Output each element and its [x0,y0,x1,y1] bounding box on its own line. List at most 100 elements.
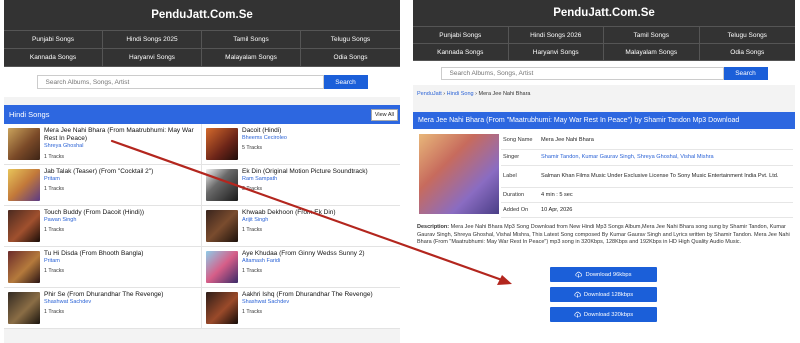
search-button[interactable]: Search [723,66,768,80]
song-track-count: 1 Tracks [242,227,263,233]
search-input[interactable] [36,75,324,89]
song-thumbnail[interactable] [8,169,40,201]
nav-item-malayalam-songs[interactable]: Malayalam Songs [202,49,301,67]
download-320kbps-button[interactable]: Download 320kbps [550,307,657,322]
song-title[interactable]: Aye Khudaa (From Ginny Wedss Sunny 2) [242,250,397,258]
song-artist[interactable]: Bheems Ceciroleo [242,135,287,141]
nav-item-punjabi-songs[interactable]: Punjabi Songs [413,27,509,44]
song-artist[interactable]: Ram Sampath [242,176,277,182]
song-detail-title: Mera Jee Nahi Bhara (From "Maatrubhumi: … [413,112,795,129]
download-128kbps-button[interactable]: Download 128kbps [550,287,657,302]
song-thumbnail[interactable] [206,169,238,201]
breadcrumb-current: Mera Jee Nahi Bhara [478,91,531,97]
info-row: Song Name Mera Jee Nahi Bhara [501,132,793,150]
song-artist[interactable]: Pritam [44,176,60,182]
singer-links[interactable]: Shamir Tandon, Kumar Gaurav Singh, Shrey… [539,149,793,166]
section-header-hindi-songs: Hindi Songs View All [4,105,400,124]
song-card[interactable]: Phir Se (From Dhurandhar The Revenge) Sh… [4,288,202,329]
song-thumbnail[interactable] [206,292,238,324]
song-track-count: 1 Tracks [44,227,65,233]
song-artist[interactable]: Shashwat Sachdev [242,299,289,305]
song-title[interactable]: Dacoit (Hindi) [242,127,397,135]
song-thumbnail[interactable] [8,292,40,324]
breadcrumb: PenduJatt › Hindi Song › Mera Jee Nahi B… [413,85,795,101]
listing-page: PenduJatt.Com.Se Punjabi Songs Hindi Son… [4,0,400,343]
song-card[interactable]: Tu Hi Disda (From Bhooth Bangla) Pritam … [4,247,202,288]
song-artist[interactable]: Pawan Singh [44,217,76,223]
cloud-download-icon [574,291,581,298]
info-key: Duration [501,187,539,203]
song-thumbnail[interactable] [206,128,238,160]
download-label: Download 128kbps [583,291,634,298]
song-card[interactable]: Aakhri Ishq (From Dhurandhar The Revenge… [202,288,400,329]
song-card[interactable]: Touch Buddy (From Dacoit (Hindi)) Pawan … [4,206,202,247]
song-artist[interactable]: Arijit Singh [242,217,268,223]
song-title[interactable]: Mera Jee Nahi Bhara (From Maatrubhumi: M… [44,127,198,143]
info-key: Label [501,165,539,188]
song-thumbnail[interactable] [8,251,40,283]
song-title[interactable]: Ek Din (Original Motion Picture Soundtra… [242,168,397,176]
song-artist[interactable]: Altamash Faridi [242,258,280,264]
nav-item-kannada-songs[interactable]: Kannada Songs [413,44,509,61]
breadcrumb-home[interactable]: PenduJatt [417,91,442,97]
song-card[interactable]: Jab Talak (Teaser) (From "Cocktail 2") P… [4,165,202,206]
song-detail-box: Song Name Mera Jee Nahi Bhara Singer Sha… [413,129,795,343]
song-track-count: 1 Tracks [44,268,65,274]
nav-item-telugu-songs[interactable]: Telugu Songs [699,27,795,44]
nav-item-kannada-songs[interactable]: Kannada Songs [4,49,103,67]
download-label: Download 96kbps [585,271,632,278]
nav-item-punjabi-songs[interactable]: Punjabi Songs [4,31,103,49]
site-title[interactable]: PenduJatt.Com.Se [413,0,795,26]
song-card[interactable]: Dacoit (Hindi) Bheems Ceciroleo 5 Tracks [202,124,400,165]
info-value: Salman Khan Films Music Under Exclusive … [539,165,793,188]
info-row: Singer Shamir Tandon, Kumar Gaurav Singh… [501,149,793,166]
song-thumbnail[interactable] [206,251,238,283]
nav-item-haryanvi-songs[interactable]: Haryanvi Songs [508,44,604,61]
nav-item-tamil-songs[interactable]: Tamil Songs [604,27,700,44]
nav-item-hindi-songs[interactable]: Hindi Songs 2026 [508,27,604,44]
nav-item-tamil-songs[interactable]: Tamil Songs [202,31,301,49]
nav-item-telugu-songs[interactable]: Telugu Songs [301,31,400,49]
song-thumbnail[interactable] [8,210,40,242]
song-artist[interactable]: Pritam [44,258,60,264]
download-96kbps-button[interactable]: Download 96kbps [550,267,657,282]
breadcrumb-section[interactable]: Hindi Song [447,91,474,97]
download-label: Download 320kbps [583,311,634,318]
nav-item-malayalam-songs[interactable]: Malayalam Songs [604,44,700,61]
song-track-count: 5 Tracks [242,145,263,151]
nav-item-hindi-songs[interactable]: Hindi Songs 2025 [103,31,202,49]
album-cover-image [419,134,499,214]
song-artist[interactable]: Shashwat Sachdev [44,299,91,305]
song-title[interactable]: Phir Se (From Dhurandhar The Revenge) [44,291,198,299]
nav-item-odia-songs[interactable]: Odia Songs [699,44,795,61]
song-title[interactable]: Khwaab Dekhoon (From Ek Din) [242,209,397,217]
song-thumbnail[interactable] [206,210,238,242]
song-track-count: 1 Tracks [44,154,65,160]
nav-item-haryanvi-songs[interactable]: Haryanvi Songs [103,49,202,67]
song-title[interactable]: Aakhri Ishq (From Dhurandhar The Revenge… [242,291,397,299]
nav-item-odia-songs[interactable]: Odia Songs [301,49,400,67]
song-card[interactable]: Ek Din (Original Motion Picture Soundtra… [202,165,400,206]
info-row: Label Salman Khan Films Music Under Excl… [501,165,793,188]
search-bar: Search [413,61,795,85]
info-row: Added On 10 Apr, 2026 [501,202,793,218]
info-value: 4 min : 5 sec [539,187,793,203]
site-title[interactable]: PenduJatt.Com.Se [4,0,400,30]
song-title[interactable]: Jab Talak (Teaser) (From "Cocktail 2") [44,168,198,176]
song-card[interactable]: Mera Jee Nahi Bhara (From Maatrubhumi: M… [4,124,202,165]
song-track-count: 1 Tracks [242,268,263,274]
song-track-count: 1 Tracks [44,186,65,192]
song-card[interactable]: Aye Khudaa (From Ginny Wedss Sunny 2) Al… [202,247,400,288]
song-card[interactable]: Khwaab Dekhoon (From Ek Din) Arijit Sing… [202,206,400,247]
song-info-table: Song Name Mera Jee Nahi Bhara Singer Sha… [501,132,793,218]
song-thumbnail[interactable] [8,128,40,160]
search-bar: Search [4,67,400,97]
song-track-count: 3 Tracks [242,186,263,192]
song-title[interactable]: Tu Hi Disda (From Bhooth Bangla) [44,250,198,258]
search-input[interactable] [440,66,724,80]
search-button[interactable]: Search [323,75,368,89]
view-all-button[interactable]: View All [370,109,398,121]
song-artist[interactable]: Shreya Ghoshal [44,143,83,149]
song-title[interactable]: Touch Buddy (From Dacoit (Hindi)) [44,209,198,217]
category-nav: Punjabi Songs Hindi Songs 2026 Tamil Son… [413,26,795,61]
